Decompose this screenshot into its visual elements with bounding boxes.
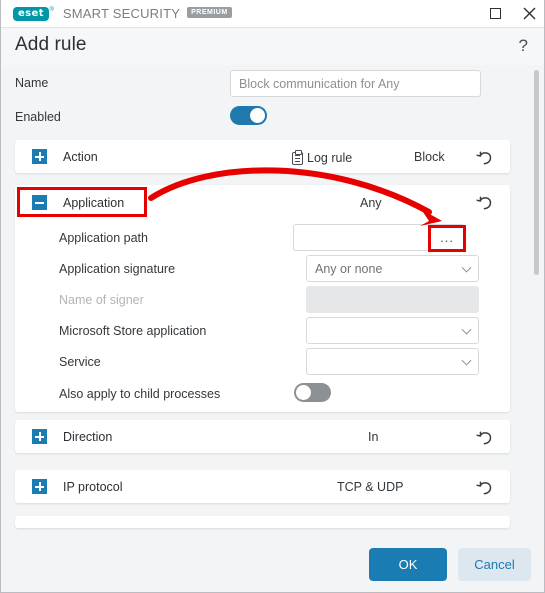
section-partial-next[interactable] [15,516,510,528]
section-application-header[interactable]: Application Any [15,185,510,220]
eset-brand-mark: eset [13,6,49,21]
section-ip-protocol-value: TCP & UDP [337,480,404,494]
application-signature-value: Any or none [315,261,383,276]
chevron-down-icon [461,324,472,335]
ok-button[interactable]: OK [369,548,447,581]
window-controls [478,0,544,27]
section-action-header[interactable]: Action Log rule Block [15,140,510,173]
section-application: Application Any Application path ... App… [15,185,510,412]
application-signature-label: Application signature [59,262,176,276]
service-label: Service [59,355,101,369]
help-button[interactable]: ? [519,36,528,56]
title-bar: eset ® SMART SECURITY PREMIUM [1,0,544,28]
plus-icon[interactable] [32,429,47,444]
plus-icon[interactable] [32,149,47,164]
section-ip-protocol[interactable]: IP protocol TCP & UDP [15,470,510,503]
microsoft-store-application-label: Microsoft Store application [59,324,207,338]
chevron-down-icon [461,355,472,366]
name-of-signer-input [306,286,479,313]
name-of-signer-label: Name of signer [59,293,144,307]
close-icon [523,7,535,20]
section-action-label: Action [63,149,98,164]
application-path-label: Application path [59,231,148,245]
enabled-toggle[interactable] [230,106,267,125]
application-signature-select[interactable]: Any or none [306,255,479,282]
cancel-button[interactable]: Cancel [458,548,531,581]
edition-badge: PREMIUM [187,7,232,18]
toggle-knob [250,108,265,123]
name-label: Name [15,76,49,90]
log-rule-indicator: Log rule [292,149,353,165]
product-name: SMART SECURITY [62,6,181,21]
rule-name-input[interactable] [230,70,481,97]
clipboard-icon [292,149,303,165]
reset-ip-protocol-icon[interactable] [476,479,494,497]
browse-button[interactable]: ... [440,231,454,244]
scrollbar-thumb[interactable] [534,70,539,275]
eset-logo: eset ® [13,6,54,21]
child-processes-toggle[interactable] [294,383,331,402]
toggle-knob [296,385,311,400]
page-title: Add rule [15,34,87,55]
section-direction-header[interactable]: Direction In [15,420,510,453]
child-processes-label: Also apply to child processes [59,387,221,401]
reset-action-icon[interactable] [476,149,494,167]
reset-application-icon[interactable] [476,194,494,212]
section-ip-protocol-label: IP protocol [63,479,123,494]
section-ip-protocol-header[interactable]: IP protocol TCP & UDP [15,470,510,503]
section-direction-value: In [368,430,379,444]
maximize-button[interactable] [478,0,512,27]
dialog-footer: OK Cancel [1,537,544,592]
minus-icon[interactable] [32,195,47,210]
service-select[interactable] [306,348,479,375]
application-path-input[interactable]: ... [293,224,465,251]
chevron-down-icon [461,262,472,273]
plus-icon[interactable] [32,479,47,494]
log-rule-label: Log rule [307,151,353,165]
trademark-icon: ® [49,6,54,13]
section-direction-label: Direction [63,429,113,444]
maximize-icon [489,8,501,19]
section-action-value: Block [414,150,445,164]
enabled-label: Enabled [15,110,61,124]
section-direction[interactable]: Direction In [15,420,510,453]
section-application-label: Application [63,195,125,210]
close-button[interactable] [512,0,544,27]
microsoft-store-application-select[interactable] [306,317,479,344]
section-action[interactable]: Action Log rule Block [15,140,510,173]
section-application-value: Any [360,196,382,210]
reset-direction-icon[interactable] [476,429,494,447]
add-rule-dialog: eset ® SMART SECURITY PREMIUM Add rule ?… [0,0,545,593]
